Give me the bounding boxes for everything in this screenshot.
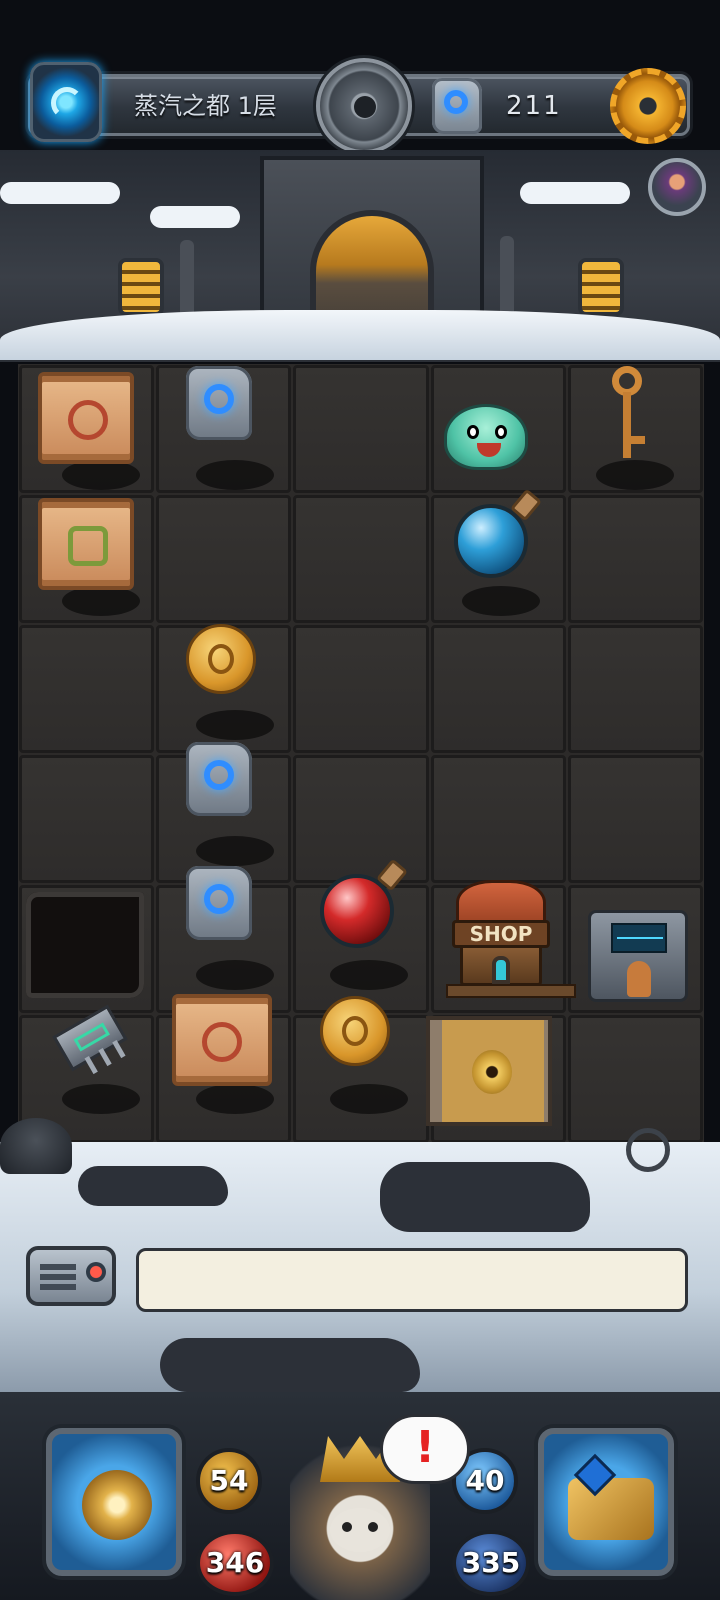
inventory-book-button[interactable] [538, 1428, 674, 1576]
radio-icon[interactable] [26, 1246, 116, 1306]
board-cell[interactable] [293, 365, 429, 493]
locked-door[interactable] [426, 1016, 552, 1126]
pipe [180, 240, 194, 320]
item-shadow [62, 586, 140, 616]
valve-wheel [626, 1128, 670, 1172]
wall-lamp [578, 258, 624, 316]
board-cell[interactable] [156, 495, 292, 623]
board-cell[interactable] [430, 625, 566, 753]
shop-building[interactable]: SHOP [446, 880, 576, 998]
blue-potion-item[interactable] [454, 488, 543, 578]
gold-coin-item[interactable] [186, 624, 256, 694]
avatar-icon[interactable] [648, 158, 706, 216]
rune-stone-item[interactable] [186, 742, 252, 816]
board-cell[interactable] [567, 755, 703, 883]
item-shadow [62, 460, 140, 490]
board-cell[interactable] [567, 495, 703, 623]
board-cell[interactable] [567, 625, 703, 753]
board-cell[interactable] [293, 755, 429, 883]
steam-machine[interactable] [588, 910, 688, 1002]
rock [160, 1338, 420, 1392]
board-cell[interactable] [19, 625, 155, 753]
alert-bubble[interactable]: ! [380, 1414, 470, 1484]
bronze-key-item[interactable] [612, 366, 645, 462]
item-shadow [196, 1084, 274, 1114]
bird-scroll-item[interactable] [172, 994, 272, 1086]
item-shadow [196, 836, 274, 866]
gold-coin-item[interactable] [320, 996, 390, 1066]
board-cell[interactable] [293, 495, 429, 623]
shop-sign: SHOP [452, 920, 550, 948]
spellbook-icon [568, 1478, 654, 1540]
rune-stone-item[interactable] [186, 866, 252, 940]
slime-monster[interactable] [444, 404, 528, 470]
rune-stone-item[interactable] [186, 366, 252, 440]
item-shadow [462, 586, 540, 616]
red-scroll-item[interactable] [38, 372, 134, 464]
green-scroll-item[interactable] [38, 498, 134, 590]
mp-stat: 335 [452, 1530, 530, 1596]
board-cell[interactable] [293, 625, 429, 753]
item-shadow [330, 1084, 408, 1114]
snow-ledge [0, 182, 120, 204]
portal-icon[interactable] [30, 62, 102, 142]
game-board: SHOP [18, 364, 704, 1144]
snow-band [0, 310, 720, 360]
red-potion-item[interactable] [320, 858, 409, 948]
board-cell[interactable] [19, 755, 155, 883]
item-shadow [196, 710, 274, 740]
steam-canister [0, 1118, 72, 1174]
rock [380, 1162, 590, 1232]
rune-count: 211 [506, 91, 562, 121]
bomb-icon[interactable] [316, 58, 412, 154]
item-shadow [62, 1084, 140, 1114]
snow-ledge [520, 182, 630, 204]
board-cell[interactable] [567, 1015, 703, 1143]
message-box [136, 1248, 688, 1312]
floor-title: 蒸汽之都 1层 [134, 92, 277, 120]
hp-stat: 346 [196, 1530, 274, 1596]
board-cell[interactable] [430, 755, 566, 883]
wall-lamp [118, 258, 164, 316]
item-shadow [330, 960, 408, 990]
item-shadow [596, 460, 674, 490]
item-shadow [196, 960, 274, 990]
pipe [500, 236, 514, 320]
rune-stone-icon [432, 78, 482, 134]
attack-stat: 54 [196, 1448, 262, 1514]
item-shadow [196, 460, 274, 490]
rock [78, 1166, 228, 1206]
floor-hole[interactable] [26, 892, 144, 998]
settings-gear-icon[interactable] [610, 68, 686, 144]
compass-helmet-icon [82, 1470, 152, 1540]
snow-ledge [150, 206, 240, 228]
hero-compass-button[interactable] [46, 1428, 182, 1576]
